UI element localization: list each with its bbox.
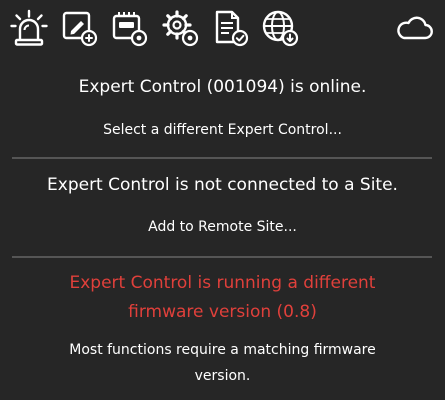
gears-button[interactable] <box>160 8 200 48</box>
siren-icon <box>10 9 48 46</box>
document-check-button[interactable] <box>210 8 250 48</box>
site-status-text: Expert Control is not connected to a Sit… <box>47 175 398 195</box>
firmware-warning-line-1: Expert Control is running a different <box>69 273 376 293</box>
toolbar <box>0 0 445 56</box>
globe-download-button[interactable] <box>260 8 300 48</box>
online-status-text: Expert Control (001094) is online. <box>78 77 367 97</box>
cloud-icon <box>397 16 433 40</box>
document-check-icon <box>215 10 249 47</box>
firmware-note-line-1: Most functions require a matching firmwa… <box>69 342 376 358</box>
firmware-note-line-2: version. <box>194 368 251 384</box>
gears-icon <box>162 10 199 47</box>
device-settings-icon <box>112 12 148 47</box>
device-edit-button[interactable] <box>59 8 99 48</box>
device-edit-icon <box>62 11 98 47</box>
divider <box>12 256 432 258</box>
alarm-button[interactable] <box>9 8 49 48</box>
globe-download-icon <box>262 10 299 47</box>
select-different-control-link[interactable]: Select a different Expert Control... <box>0 122 445 138</box>
device-settings-button[interactable] <box>109 8 149 48</box>
divider <box>12 157 432 159</box>
add-to-remote-site-link[interactable]: Add to Remote Site... <box>0 219 445 235</box>
firmware-warning-line-2: firmware version (0.8) <box>128 302 317 322</box>
cloud-button[interactable] <box>394 8 434 48</box>
